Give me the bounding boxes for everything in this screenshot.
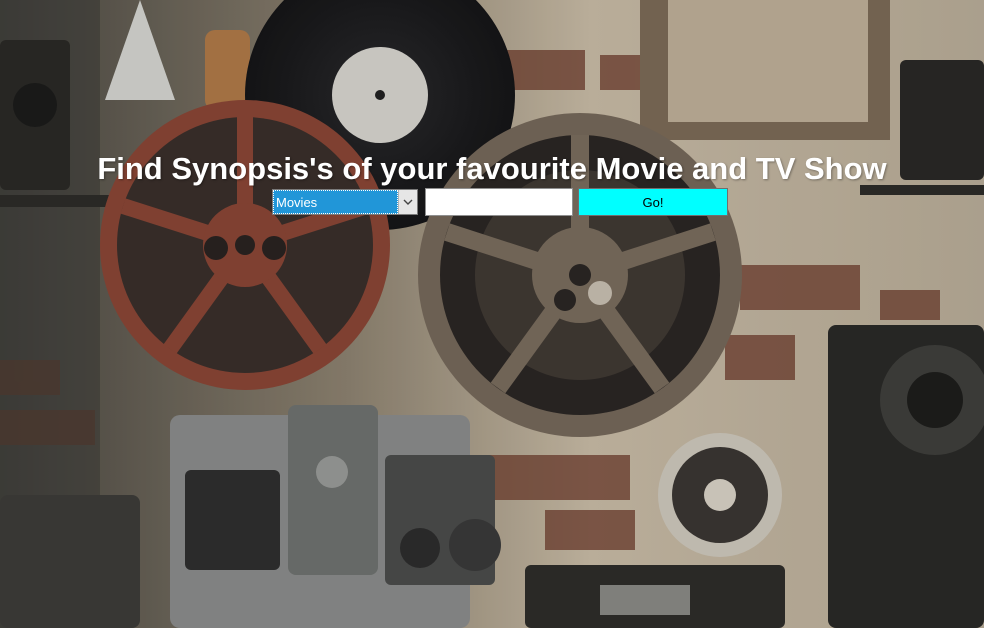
category-selected-value: Movies — [273, 190, 398, 214]
search-form: Movies Go! — [272, 188, 728, 216]
category-select[interactable]: Movies — [272, 189, 418, 215]
background-image — [0, 0, 984, 628]
search-input[interactable] — [425, 188, 573, 216]
go-button[interactable]: Go! — [578, 188, 728, 216]
page-title: Find Synopsis's of your favourite Movie … — [97, 150, 887, 186]
chevron-down-icon[interactable] — [398, 190, 417, 214]
